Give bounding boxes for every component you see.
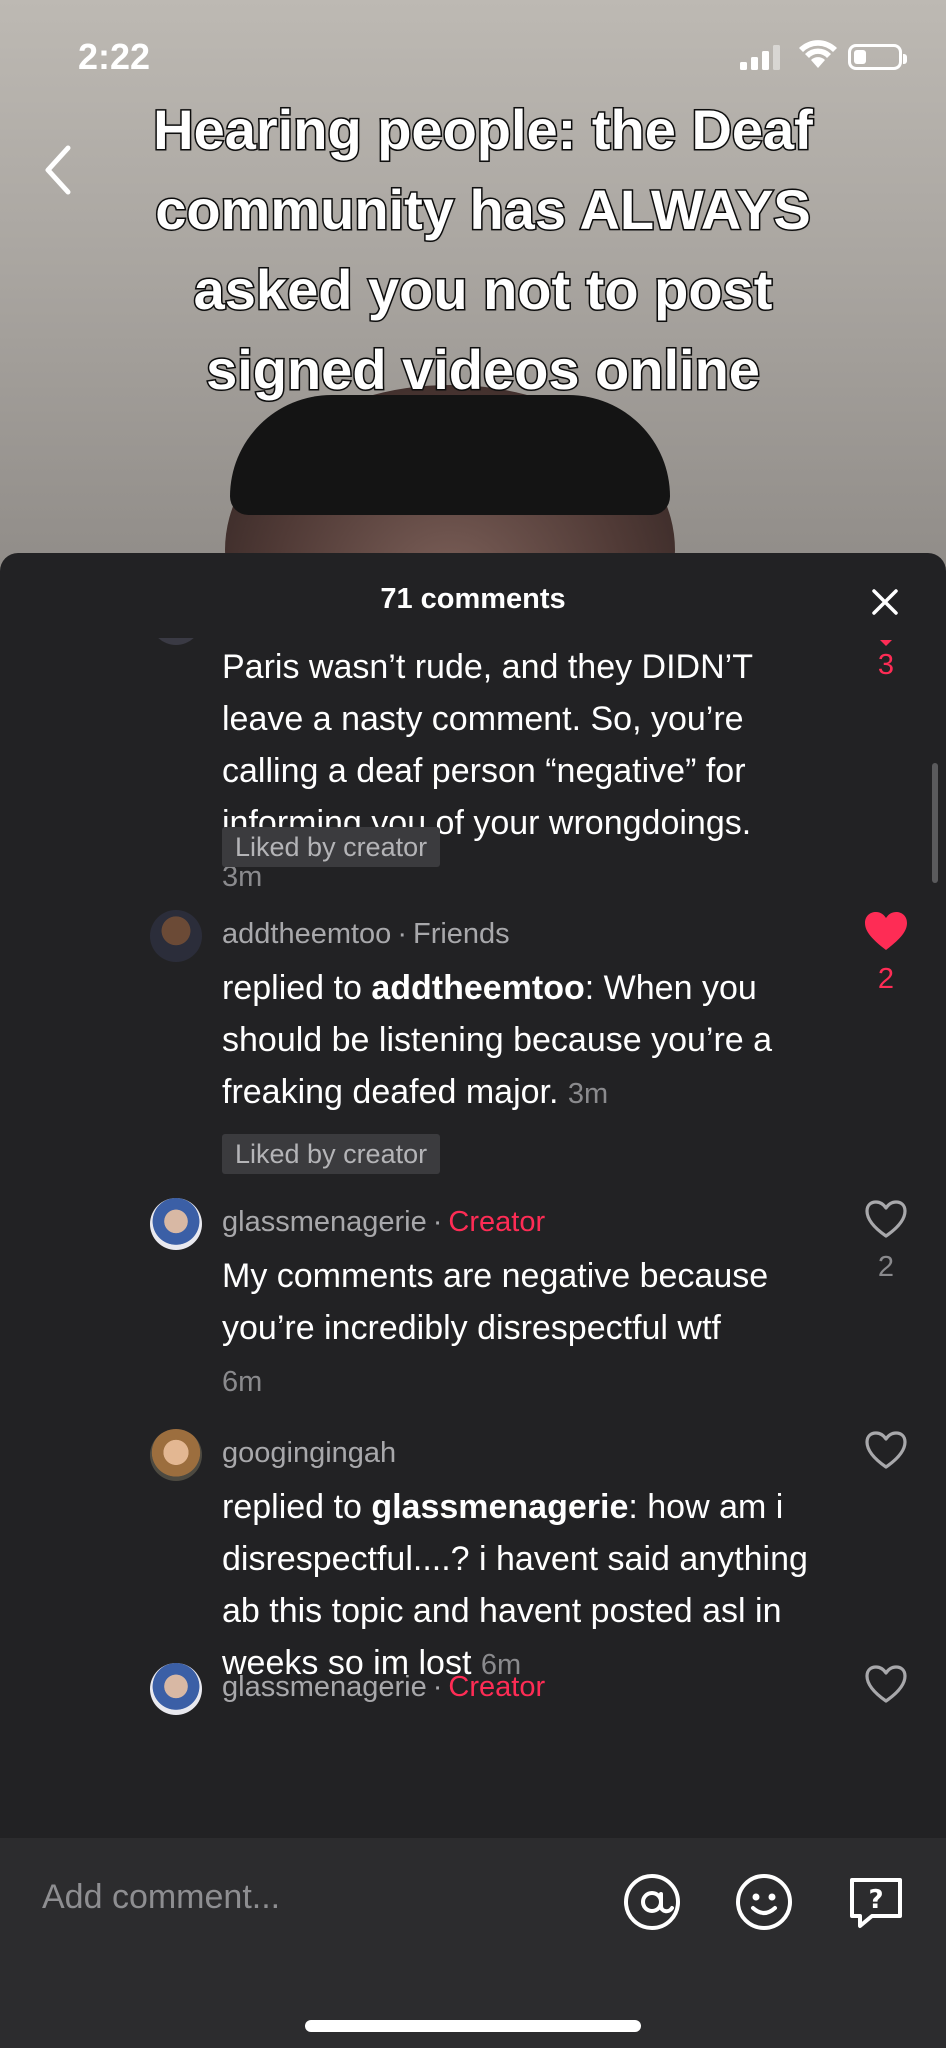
wifi-icon (799, 40, 837, 68)
battery-icon (848, 44, 907, 70)
avatar[interactable] (150, 638, 202, 645)
back-icon[interactable] (38, 140, 78, 200)
like-count: 2 (877, 963, 895, 995)
comment-username[interactable]: glassmenagerie · Creator (222, 1671, 545, 1704)
at-icon[interactable] (622, 1872, 682, 1932)
like-button[interactable]: 2 (860, 910, 912, 996)
comments-count-title: 71 comments (380, 583, 566, 615)
username-text[interactable]: googingingah (222, 1437, 396, 1469)
reply-prefix: replied to (222, 1488, 372, 1526)
creator-badge: Creator (448, 1206, 546, 1238)
like-count: 2 (877, 1251, 895, 1283)
like-button[interactable]: 2 (860, 1198, 912, 1284)
username-text[interactable]: glassmenagerie (222, 1206, 427, 1238)
comment-body: Paris wasn’t rude, and they DIDN’T leave… (222, 648, 753, 842)
reply-prefix: replied to (222, 969, 372, 1007)
like-button[interactable] (860, 1429, 912, 1476)
comment-text: replied to addtheemtoo: When you should … (222, 962, 842, 1120)
comment-body: My comments are negative because you’re … (222, 1257, 769, 1347)
comment-text: replied to glassmenagerie: how am i disr… (222, 1481, 842, 1691)
reply-target[interactable]: glassmenagerie (371, 1488, 628, 1526)
username-text[interactable]: addtheemtoo (222, 918, 391, 950)
creator-badge: Creator (448, 1671, 546, 1703)
avatar[interactable] (150, 1663, 202, 1715)
like-count: 3 (877, 649, 895, 681)
reply-target[interactable]: addtheemtoo (371, 969, 584, 1007)
avatar[interactable] (150, 1429, 202, 1481)
avatar[interactable] (150, 910, 202, 962)
username-text[interactable]: glassmenagerie (222, 1671, 427, 1703)
heart-icon (880, 640, 892, 646)
status-bar: 2:22 (0, 0, 946, 110)
home-indicator[interactable] (305, 2020, 641, 2032)
add-comment-input[interactable]: Add comment... (42, 1878, 280, 1917)
comment-text: My comments are negative because you’re … (222, 1250, 842, 1408)
comment-composer: Add comment... ? (0, 1838, 946, 2048)
heart-outline-icon (865, 1665, 907, 1703)
heart-icon (865, 912, 907, 950)
video-person-cap (230, 395, 670, 515)
comments-sheet: 71 comments Paris wasn’t rude, and they … (0, 553, 946, 2048)
comment-username[interactable]: glassmenagerie · Creator (222, 1206, 545, 1239)
comment-username[interactable]: googingingah (222, 1437, 396, 1470)
emoji-icon[interactable] (734, 1872, 794, 1932)
heart-outline-icon (865, 1431, 907, 1469)
video-caption: Hearing people: the Deaf community has A… (152, 97, 815, 403)
like-button[interactable] (860, 1663, 912, 1710)
comment-time: 6m (222, 1366, 263, 1398)
cellular-signal-icon (740, 45, 780, 70)
friends-badge: Friends (412, 918, 510, 950)
like-button[interactable]: 3 (860, 638, 912, 682)
status-time: 2:22 (78, 36, 151, 77)
comment-time: 3m (567, 1078, 609, 1110)
heart-outline-icon (865, 1200, 907, 1238)
close-icon[interactable] (868, 585, 902, 619)
liked-by-creator-badge: Liked by creator (222, 827, 441, 867)
comments-list[interactable]: Paris wasn’t rude, and they DIDN’T leave… (0, 638, 946, 1888)
question-icon[interactable]: ? (846, 1872, 906, 1932)
comment-username[interactable]: addtheemtoo · Friends (222, 918, 510, 951)
avatar[interactable] (150, 1198, 202, 1250)
svg-text:?: ? (868, 1885, 883, 1915)
liked-by-creator-badge: Liked by creator (222, 1134, 441, 1174)
